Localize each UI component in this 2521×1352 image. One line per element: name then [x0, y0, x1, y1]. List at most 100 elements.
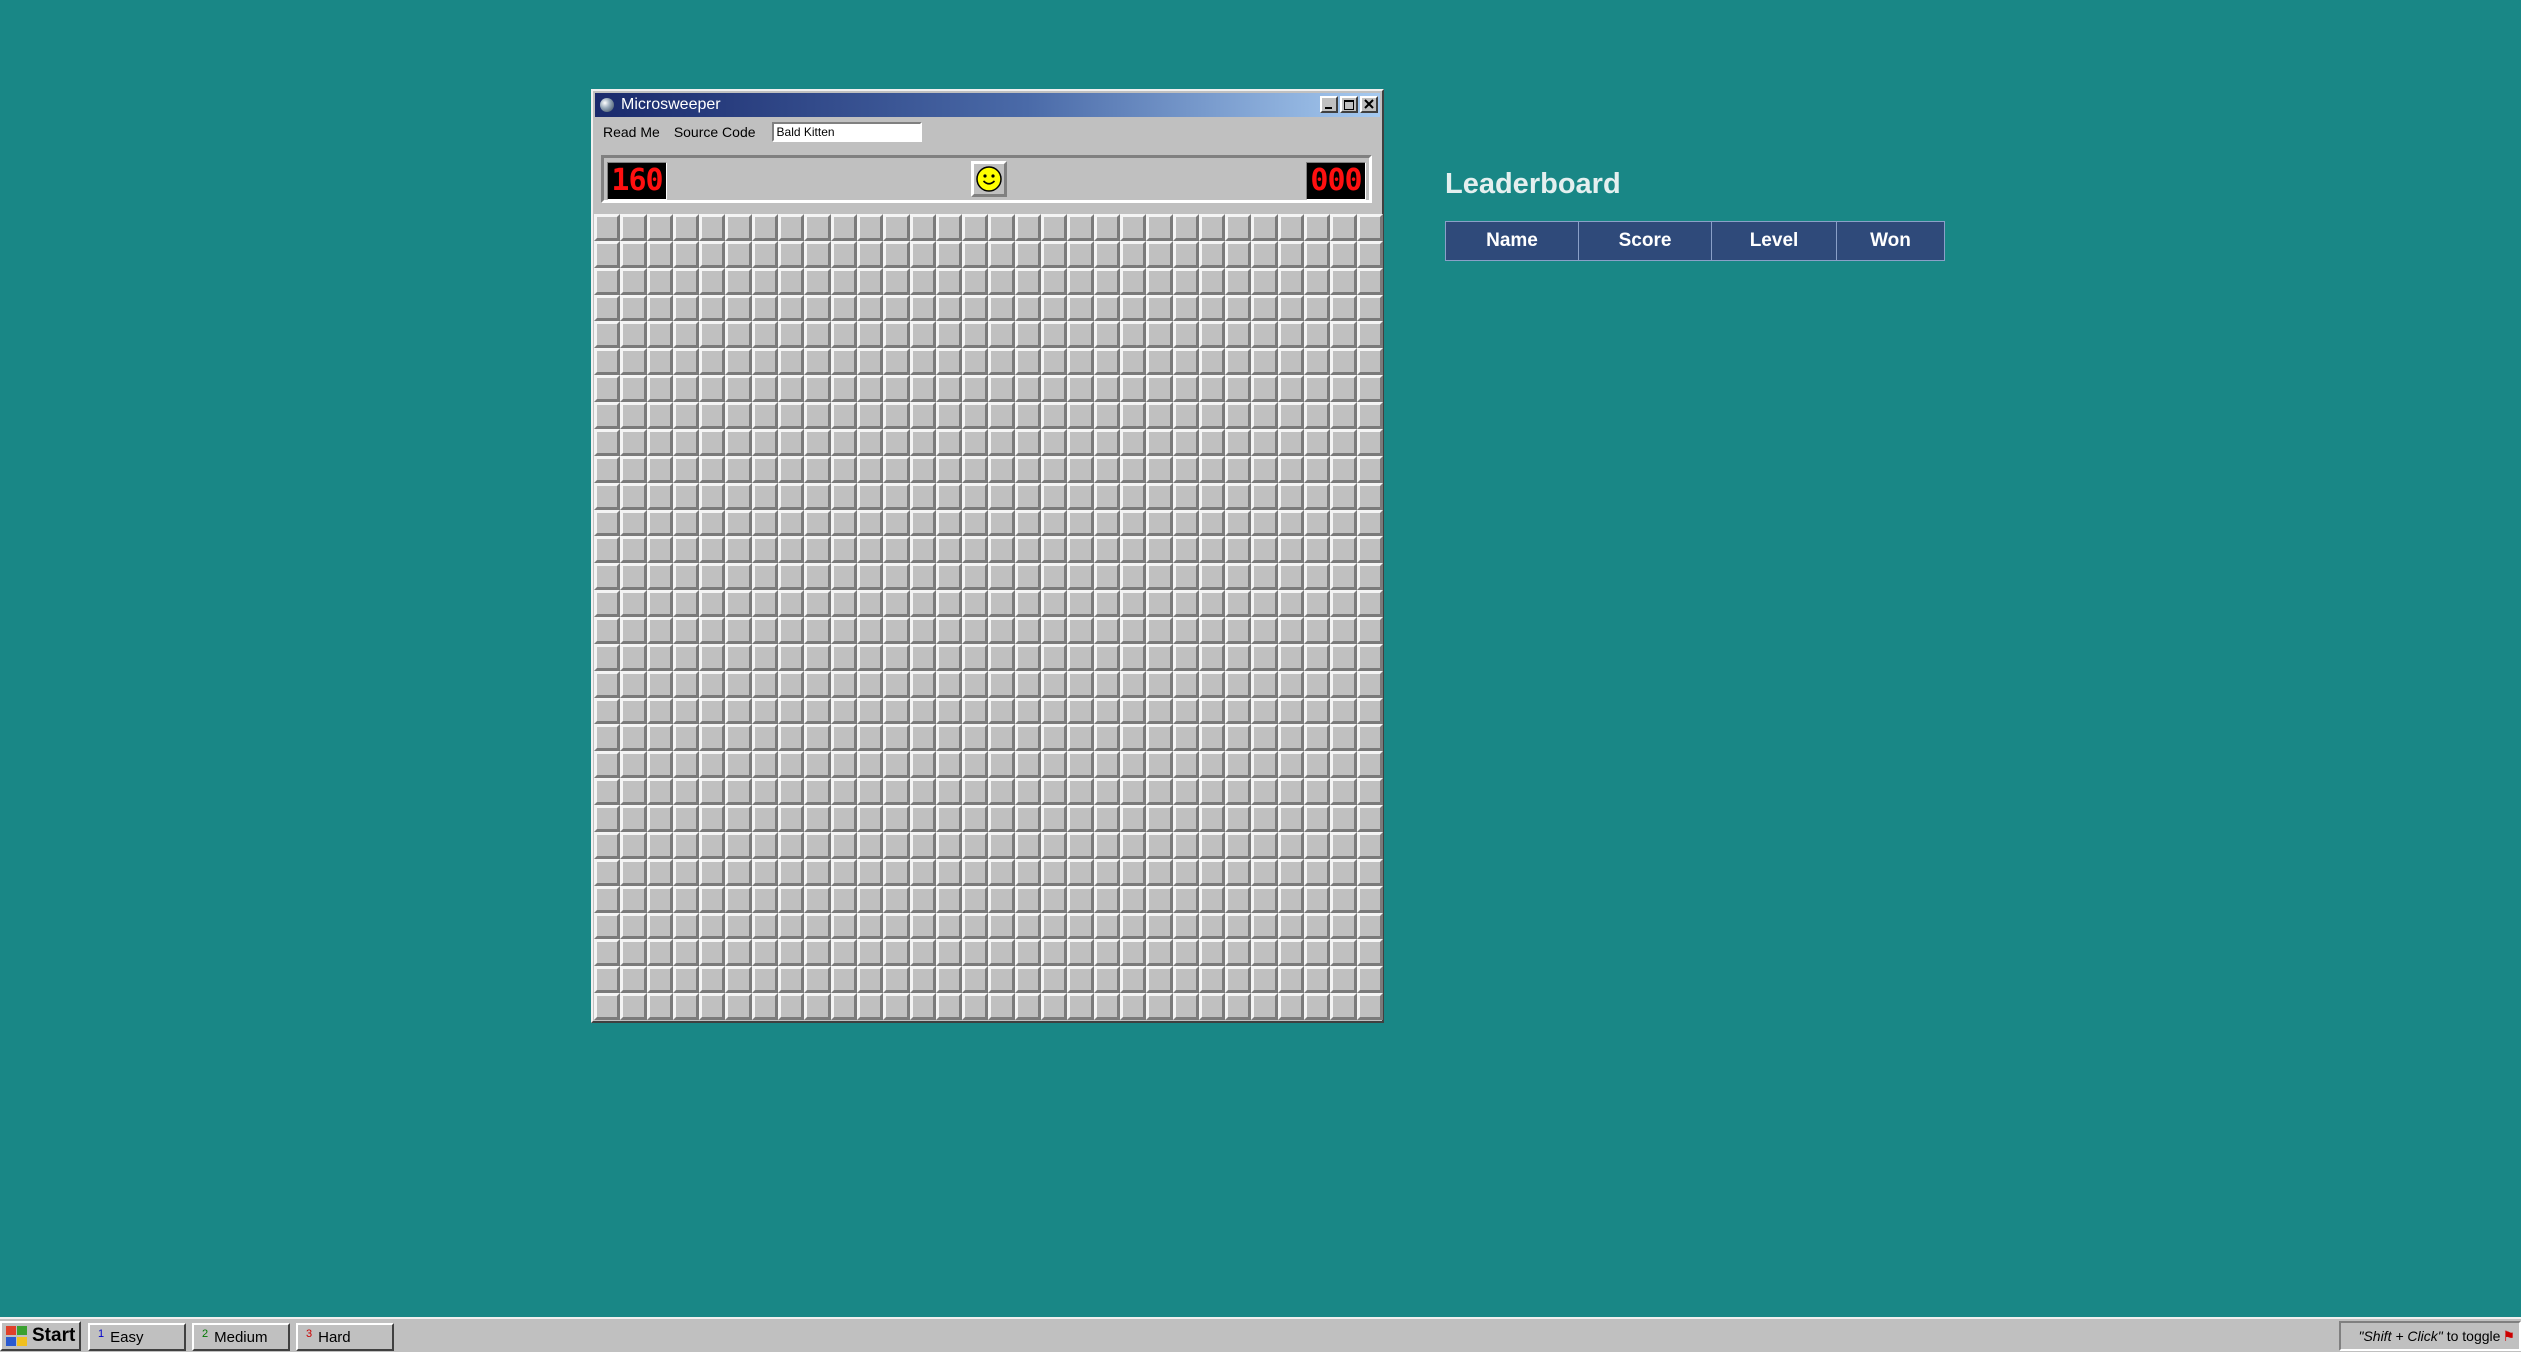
grid-cell[interactable]	[830, 697, 857, 725]
grid-cell[interactable]	[988, 697, 1015, 725]
grid-cell[interactable]	[804, 402, 831, 429]
grid-cell[interactable]	[1330, 590, 1357, 617]
grid-cell[interactable]	[1119, 590, 1147, 617]
grid-cell[interactable]	[620, 966, 647, 994]
grid-cell[interactable]	[620, 670, 647, 698]
grid-cell[interactable]	[725, 885, 752, 913]
grid-cell[interactable]	[935, 214, 963, 241]
grid-cell[interactable]	[1277, 778, 1305, 806]
grid-cell[interactable]	[1225, 858, 1252, 886]
grid-cell[interactable]	[1330, 805, 1357, 832]
grid-cell[interactable]	[1330, 428, 1357, 456]
grid-cell[interactable]	[646, 939, 673, 967]
grid-cell[interactable]	[883, 509, 910, 537]
grid-cell[interactable]	[962, 805, 989, 832]
grid-cell[interactable]	[909, 428, 936, 456]
grid-cell[interactable]	[1304, 885, 1331, 913]
grid-cell[interactable]	[751, 428, 779, 456]
grid-cell[interactable]	[751, 858, 779, 886]
grid-cell[interactable]	[620, 563, 647, 591]
grid-cell[interactable]	[856, 778, 884, 806]
grid-cell[interactable]	[909, 321, 936, 349]
grid-cell[interactable]	[672, 966, 700, 994]
grid-cell[interactable]	[699, 214, 726, 241]
grid-cell[interactable]	[804, 858, 831, 886]
grid-cell[interactable]	[1225, 482, 1252, 510]
grid-cell[interactable]	[672, 321, 700, 349]
grid-cell[interactable]	[830, 724, 857, 752]
grid-cell[interactable]	[1356, 482, 1383, 510]
grid-cell[interactable]	[699, 402, 726, 429]
grid-cell[interactable]	[1014, 509, 1042, 537]
grid-cell[interactable]	[1146, 643, 1173, 671]
grid-cell[interactable]	[672, 402, 700, 429]
grid-cell[interactable]	[1172, 724, 1199, 752]
grid-cell[interactable]	[830, 536, 857, 564]
grid-cell[interactable]	[1277, 267, 1305, 295]
grid-cell[interactable]	[1093, 402, 1120, 429]
grid-cell[interactable]	[1093, 509, 1120, 537]
grid-cell[interactable]	[751, 509, 779, 537]
grid-cell[interactable]	[1225, 885, 1252, 913]
grid-cell[interactable]	[1093, 912, 1120, 940]
grid-cell[interactable]	[594, 643, 621, 671]
grid-cell[interactable]	[830, 885, 857, 913]
grid-cell[interactable]	[1119, 455, 1147, 483]
grid-cell[interactable]	[1093, 831, 1120, 859]
grid-cell[interactable]	[725, 912, 752, 940]
grid-cell[interactable]	[1119, 375, 1147, 403]
grid-cell[interactable]	[935, 536, 963, 564]
grid-cell[interactable]	[1014, 482, 1042, 510]
grid-cell[interactable]	[1277, 321, 1305, 349]
grid-cell[interactable]	[1014, 751, 1042, 779]
grid-cell[interactable]	[1198, 858, 1226, 886]
grid-cell[interactable]	[1041, 643, 1068, 671]
grid-cell[interactable]	[935, 939, 963, 967]
grid-cell[interactable]	[830, 831, 857, 859]
grid-cell[interactable]	[725, 294, 752, 322]
grid-cell[interactable]	[672, 348, 700, 376]
grid-cell[interactable]	[778, 240, 805, 268]
grid-cell[interactable]	[909, 617, 936, 644]
grid-cell[interactable]	[883, 455, 910, 483]
grid-cell[interactable]	[1146, 617, 1173, 644]
grid-cell[interactable]	[1356, 670, 1383, 698]
grid-cell[interactable]	[646, 993, 673, 1020]
grid-cell[interactable]	[1251, 724, 1278, 752]
grid-cell[interactable]	[883, 858, 910, 886]
grid-cell[interactable]	[1014, 670, 1042, 698]
grid-cell[interactable]	[1119, 993, 1147, 1020]
grid-cell[interactable]	[883, 482, 910, 510]
grid-cell[interactable]	[1356, 348, 1383, 376]
grid-cell[interactable]	[935, 778, 963, 806]
grid-cell[interactable]	[1251, 751, 1278, 779]
grid-cell[interactable]	[1014, 240, 1042, 268]
grid-cell[interactable]	[804, 670, 831, 698]
grid-cell[interactable]	[1172, 321, 1199, 349]
grid-cell[interactable]	[1041, 831, 1068, 859]
grid-cell[interactable]	[725, 482, 752, 510]
grid-cell[interactable]	[909, 214, 936, 241]
grid-cell[interactable]	[1330, 294, 1357, 322]
grid-cell[interactable]	[1067, 294, 1094, 322]
grid-cell[interactable]	[883, 267, 910, 295]
grid-cell[interactable]	[725, 214, 752, 241]
grid-cell[interactable]	[1119, 509, 1147, 537]
grid-cell[interactable]	[1041, 563, 1068, 591]
grid-cell[interactable]	[962, 590, 989, 617]
grid-cell[interactable]	[725, 966, 752, 994]
grid-cell[interactable]	[672, 885, 700, 913]
grid-cell[interactable]	[646, 778, 673, 806]
grid-cell[interactable]	[1225, 428, 1252, 456]
grid-cell[interactable]	[725, 240, 752, 268]
grid-cell[interactable]	[856, 375, 884, 403]
grid-cell[interactable]	[725, 455, 752, 483]
grid-cell[interactable]	[1251, 536, 1278, 564]
grid-cell[interactable]	[1330, 858, 1357, 886]
grid-cell[interactable]	[1093, 321, 1120, 349]
grid-cell[interactable]	[909, 590, 936, 617]
grid-cell[interactable]	[1277, 455, 1305, 483]
grid-cell[interactable]	[1277, 536, 1305, 564]
grid-cell[interactable]	[1304, 966, 1331, 994]
grid-cell[interactable]	[778, 751, 805, 779]
